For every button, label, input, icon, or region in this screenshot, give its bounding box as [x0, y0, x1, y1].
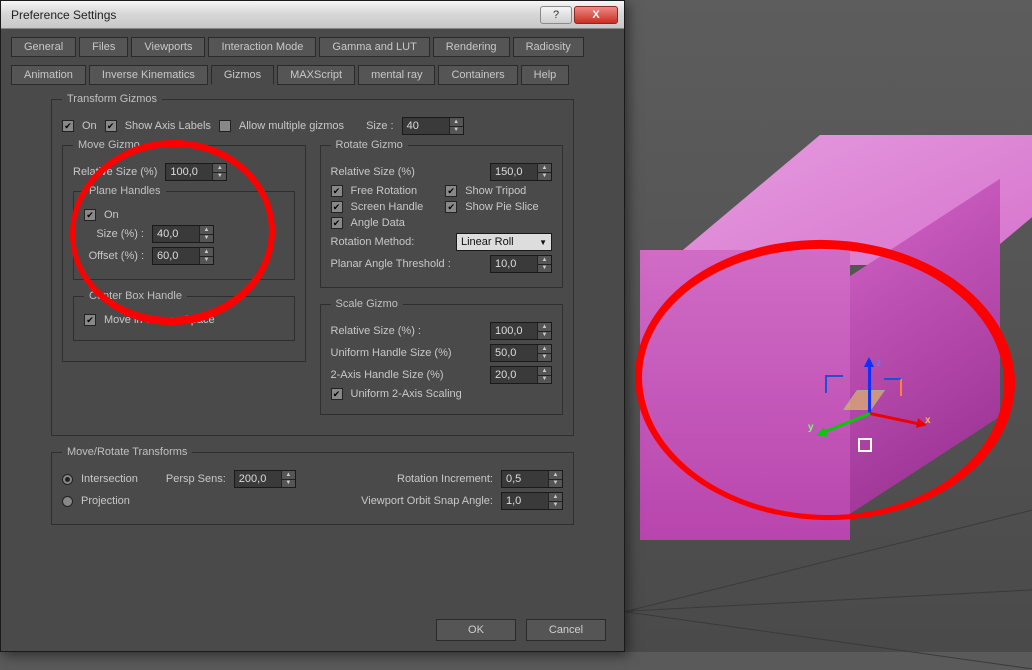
plane-handles-legend: Plane Handles	[84, 185, 166, 197]
move-screen-checkbox[interactable]	[84, 314, 96, 326]
tab-help[interactable]: Help	[521, 65, 570, 85]
uniform-scaling-label: Uniform 2-Axis Scaling	[351, 388, 462, 400]
angle-data-label: Angle Data	[351, 217, 405, 229]
plane-offset-spinner[interactable]: 60,0▲▼	[152, 247, 214, 265]
two-axis-handle-label: 2-Axis Handle Size (%)	[331, 369, 444, 381]
plane-size-label: Size (%) :	[84, 228, 144, 240]
rot-inc-label: Rotation Increment:	[397, 473, 493, 485]
close-button[interactable]: X	[574, 6, 618, 24]
screen-handle-checkbox[interactable]	[331, 201, 343, 213]
scale-gizmo-group: Scale Gizmo Relative Size (%) : 100,0▲▼ …	[320, 298, 564, 415]
tab-inverse-kinematics[interactable]: Inverse Kinematics	[89, 65, 208, 85]
intersection-radio[interactable]	[62, 474, 73, 485]
orbit-snap-spinner[interactable]: 1,0▲▼	[501, 492, 563, 510]
preference-settings-dialog: Preference Settings ? X General Files Vi…	[0, 0, 625, 652]
move-gizmo-legend: Move Gizmo	[73, 139, 145, 151]
show-tripod-checkbox[interactable]	[445, 185, 457, 197]
allow-multiple-checkbox[interactable]	[219, 120, 231, 132]
tab-general[interactable]: General	[11, 37, 76, 57]
rotate-relsize-label: Relative Size (%)	[331, 166, 415, 178]
rotation-method-label: Rotation Method:	[331, 236, 415, 248]
tab-rendering[interactable]: Rendering	[433, 37, 510, 57]
rotate-gizmo-legend: Rotate Gizmo	[331, 139, 408, 151]
intersection-label: Intersection	[81, 473, 138, 485]
scale-relsize-spinner[interactable]: 100,0▲▼	[490, 322, 552, 340]
tab-viewports[interactable]: Viewports	[131, 37, 205, 57]
center-box-legend: Center Box Handle	[84, 290, 187, 302]
move-rotate-legend: Move/Rotate Transforms	[62, 446, 192, 458]
tab-files[interactable]: Files	[79, 37, 128, 57]
transform-gizmo[interactable]: z x y	[810, 360, 930, 480]
projection-label: Projection	[81, 495, 130, 507]
center-box-group: Center Box Handle Move in Screen Space	[73, 290, 295, 341]
move-gizmo-group: Move Gizmo Relative Size (%) 100,0▲▼ Pla…	[62, 139, 306, 362]
move-screen-label: Move in Screen Space	[104, 314, 215, 326]
tab-row-1: General Files Viewports Interaction Mode…	[11, 37, 614, 57]
plane-size-spinner[interactable]: 40,0▲▼	[152, 225, 214, 243]
rotation-method-select[interactable]: Linear Roll▼	[456, 233, 552, 251]
tab-row-2: Animation Inverse Kinematics Gizmos MAXS…	[11, 65, 614, 85]
planar-threshold-spinner[interactable]: 10,0▲▼	[490, 255, 552, 273]
screen-handle-label: Screen Handle	[351, 201, 424, 213]
plane-offset-label: Offset (%) :	[84, 250, 144, 262]
tab-maxscript[interactable]: MAXScript	[277, 65, 355, 85]
transform-gizmos-group: Transform Gizmos On Show Axis Labels All…	[51, 93, 574, 436]
cancel-button[interactable]: Cancel	[526, 619, 606, 641]
tab-interaction-mode[interactable]: Interaction Mode	[208, 37, 316, 57]
projection-radio[interactable]	[62, 496, 73, 507]
tab-animation[interactable]: Animation	[11, 65, 86, 85]
tab-radiosity[interactable]: Radiosity	[513, 37, 584, 57]
show-pie-label: Show Pie Slice	[465, 201, 538, 213]
axis-z-label: z	[876, 358, 881, 369]
scale-gizmo-legend: Scale Gizmo	[331, 298, 403, 310]
axis-x-label: x	[925, 415, 931, 426]
on-checkbox[interactable]	[62, 120, 74, 132]
size-spinner[interactable]: 40 ▲▼	[402, 117, 464, 135]
titlebar[interactable]: Preference Settings ? X	[1, 1, 624, 29]
cube-object[interactable]	[640, 135, 1000, 565]
plane-on-checkbox[interactable]	[84, 209, 96, 221]
show-axis-label: Show Axis Labels	[125, 120, 211, 132]
uniform-scaling-checkbox[interactable]	[331, 388, 343, 400]
uniform-handle-label: Uniform Handle Size (%)	[331, 347, 452, 359]
rot-inc-spinner[interactable]: 0,5▲▼	[501, 470, 563, 488]
show-tripod-label: Show Tripod	[465, 185, 526, 197]
ok-button[interactable]: OK	[436, 619, 516, 641]
free-rotation-checkbox[interactable]	[331, 185, 343, 197]
tab-gamma-lut[interactable]: Gamma and LUT	[319, 37, 429, 57]
uniform-handle-spinner[interactable]: 50,0▲▼	[490, 344, 552, 362]
persp-sens-spinner[interactable]: 200,0▲▼	[234, 470, 296, 488]
tab-mental-ray[interactable]: mental ray	[358, 65, 435, 85]
orbit-snap-label: Viewport Orbit Snap Angle:	[361, 495, 493, 507]
on-label: On	[82, 120, 97, 132]
rotate-gizmo-group: Rotate Gizmo Relative Size (%) 150,0▲▼ F…	[320, 139, 564, 288]
axis-y-label: y	[808, 422, 814, 433]
move-rotate-transforms-group: Move/Rotate Transforms Intersection Pers…	[51, 446, 574, 525]
size-label: Size :	[366, 120, 394, 132]
move-relsize-label: Relative Size (%)	[73, 166, 157, 178]
tab-gizmos[interactable]: Gizmos	[211, 65, 274, 85]
planar-threshold-label: Planar Angle Threshold :	[331, 258, 451, 270]
move-relsize-spinner[interactable]: 100,0▲▼	[165, 163, 227, 181]
show-pie-checkbox[interactable]	[445, 201, 457, 213]
window-title: Preference Settings	[11, 8, 538, 22]
free-rotation-label: Free Rotation	[351, 185, 418, 197]
plane-on-label: On	[104, 209, 119, 221]
angle-data-checkbox[interactable]	[331, 217, 343, 229]
two-axis-handle-spinner[interactable]: 20,0▲▼	[490, 366, 552, 384]
transform-gizmos-legend: Transform Gizmos	[62, 93, 162, 105]
allow-multiple-label: Allow multiple gizmos	[239, 120, 344, 132]
plane-handles-group: Plane Handles On Size (%) : 40,0▲▼	[73, 185, 295, 280]
help-button[interactable]: ?	[540, 6, 572, 24]
chevron-down-icon: ▼	[539, 238, 547, 247]
tab-containers[interactable]: Containers	[438, 65, 517, 85]
show-axis-checkbox[interactable]	[105, 120, 117, 132]
rotate-relsize-spinner[interactable]: 150,0▲▼	[490, 163, 552, 181]
persp-sens-label: Persp Sens:	[166, 473, 226, 485]
scale-relsize-label: Relative Size (%) :	[331, 325, 421, 337]
